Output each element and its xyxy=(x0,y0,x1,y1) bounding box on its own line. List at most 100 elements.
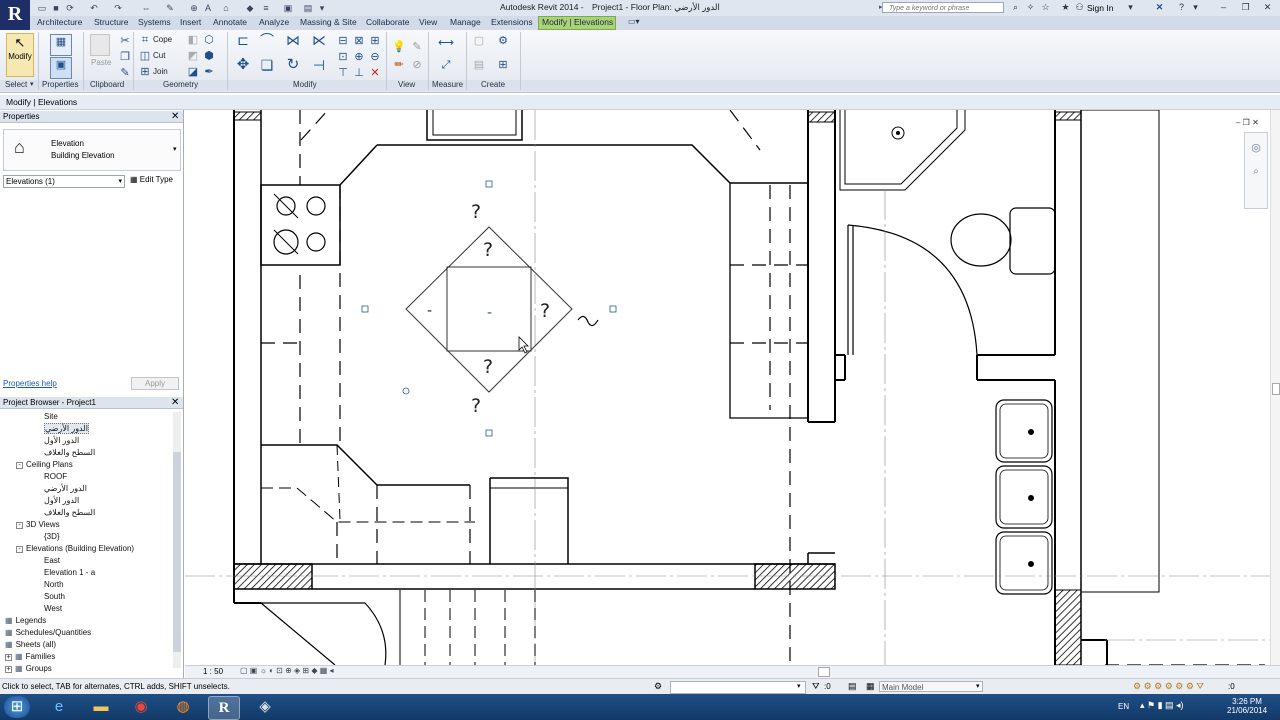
3d-view-icon[interactable]: ⌂ xyxy=(220,2,232,14)
floor-plan-drawing[interactable]: ? ? ? ? ? - - xyxy=(185,110,1270,665)
tree-item[interactable]: ▦ Sheets (all) xyxy=(5,640,56,649)
tab-systems[interactable]: Systems xyxy=(138,17,171,27)
revit-app-button[interactable]: R xyxy=(0,0,30,30)
tab-massing-site[interactable]: Massing & Site xyxy=(300,17,357,27)
tab-annotate[interactable]: Annotate xyxy=(213,17,247,27)
tree-item[interactable]: الدور الأرضي xyxy=(44,423,89,434)
wall-hatch[interactable] xyxy=(1054,111,1082,121)
delete-icon[interactable]: ✕ xyxy=(368,66,382,80)
tree-item[interactable]: Site xyxy=(44,412,58,421)
create-group-icon[interactable]: ▢ xyxy=(472,34,486,48)
tab-manage[interactable]: Manage xyxy=(450,17,481,27)
create-parts-icon[interactable]: ▤ xyxy=(472,58,486,72)
tree-item[interactable]: - Ceiling Plans xyxy=(16,460,73,469)
search-input[interactable]: Type a keyword or phrase xyxy=(882,2,1004,13)
wall-hatch[interactable] xyxy=(807,111,836,123)
tab-structure[interactable]: Structure xyxy=(94,17,129,27)
view-control-icons[interactable]: ▢ ▣ ☼ ◐ ⊡ ⊕ ◈ ⊞ ◆ ▦ ◂ xyxy=(240,666,334,675)
rotate-grip-icon[interactable] xyxy=(402,387,410,395)
tree-item[interactable]: السطح والغلاف xyxy=(44,448,95,457)
tree-item[interactable]: {3D} xyxy=(44,532,60,541)
switch-windows-icon[interactable]: ▤ xyxy=(302,2,314,14)
type-selector[interactable]: ⌂ Elevation Building Elevation ▾ xyxy=(3,129,181,171)
tree-expand-icon[interactable]: + xyxy=(5,654,12,661)
wall-hatch[interactable] xyxy=(233,111,262,121)
sink[interactable] xyxy=(995,531,1053,595)
sign-in-dropdown-icon[interactable]: ▾ xyxy=(1125,2,1136,13)
revit-taskbar-icon[interactable]: R xyxy=(208,696,240,720)
tree-collapse-icon[interactable]: - xyxy=(16,522,23,529)
shower-outline[interactable] xyxy=(844,110,958,185)
user-icon[interactable]: ⚇ xyxy=(1074,2,1085,13)
redo-icon[interactable]: ↷ xyxy=(112,2,124,14)
design-options-icon[interactable]: ▤ xyxy=(848,681,857,692)
dimension-icon[interactable]: ✎ xyxy=(164,2,176,14)
instance-selector[interactable]: Elevations (1) ▾ xyxy=(3,175,125,188)
tree-item[interactable]: ▦ Schedules/Quantities xyxy=(5,628,91,637)
subscription-icon[interactable]: ✧ xyxy=(1025,2,1036,13)
tab-extensions[interactable]: Extensions xyxy=(491,17,533,27)
tree-item[interactable]: + ▦ Groups xyxy=(5,664,52,673)
close-views-icon[interactable]: ▣ xyxy=(282,2,294,14)
save-icon[interactable]: ■ xyxy=(50,2,62,14)
counter-outline[interactable] xyxy=(261,444,470,486)
exchange-apps-icon[interactable]: ✕ xyxy=(1154,2,1165,13)
split-element-icon[interactable]: ✒ xyxy=(202,65,216,79)
paste-icon[interactable] xyxy=(90,34,110,56)
shower-outline[interactable] xyxy=(839,110,966,191)
rotate-icon[interactable]: ↻ xyxy=(284,57,302,76)
undo-icon[interactable]: ↶ xyxy=(88,2,100,14)
sync-icon[interactable]: ⟳ xyxy=(64,2,76,14)
elevation-checkbox-grip[interactable] xyxy=(361,305,369,313)
door-leaf[interactable] xyxy=(260,602,336,665)
unpin-icon[interactable]: ⊖ xyxy=(368,50,382,64)
stove-burner[interactable] xyxy=(306,232,326,252)
select-dropdown-icon[interactable]: ▾ xyxy=(30,80,34,88)
elevation-grip[interactable] xyxy=(485,429,493,437)
appliance-outline[interactable] xyxy=(490,477,569,564)
tree-item[interactable]: East xyxy=(44,556,60,565)
tab-analyze[interactable]: Analyze xyxy=(259,17,289,27)
split-face-icon[interactable]: ⬡ xyxy=(202,33,216,47)
tray-icons[interactable]: ▴ ⚑ ▮ ▤ ◂) xyxy=(1140,700,1184,711)
trim-multiple-icon[interactable]: ⊥ xyxy=(352,66,366,80)
section-icon[interactable]: ◆ xyxy=(244,2,256,14)
create-similar-icon[interactable]: ⚙ xyxy=(496,34,510,48)
tree-item[interactable]: السطح والغلاف xyxy=(44,508,95,517)
offset-icon[interactable]: ⌒ xyxy=(258,33,276,51)
sink[interactable] xyxy=(995,465,1053,529)
cope-label[interactable]: Cope xyxy=(153,35,172,44)
steering-wheel-icon[interactable]: ◎ xyxy=(1245,141,1267,154)
counter-outline[interactable] xyxy=(377,144,808,184)
minimize-icon[interactable]: – xyxy=(1218,2,1229,13)
faucet[interactable] xyxy=(1028,561,1034,567)
modify-button[interactable]: ↖ Modify xyxy=(6,33,34,77)
move-icon[interactable]: ✥ xyxy=(234,57,252,76)
counter-outline[interactable] xyxy=(339,144,378,186)
tree-item[interactable]: South xyxy=(44,592,65,601)
project-browser-scrollbar[interactable] xyxy=(173,412,181,668)
demolish-icon[interactable]: ◩ xyxy=(186,49,200,63)
qat-dropdown-icon[interactable]: ▾ xyxy=(316,2,328,14)
tab-modify-elevations[interactable]: Modify | Elevations xyxy=(542,17,613,27)
room-outline[interactable] xyxy=(1080,110,1160,593)
toilet-tank[interactable] xyxy=(1009,207,1056,275)
copy-clipboard-icon[interactable]: ❐ xyxy=(118,50,132,64)
aligned-dimension-icon[interactable]: ⟷ xyxy=(434,36,458,50)
tree-item[interactable]: North xyxy=(44,580,64,589)
sink-basin[interactable] xyxy=(999,403,1049,459)
ribbon-minimize-icon[interactable]: ▭▾ xyxy=(628,17,640,26)
tree-item[interactable]: ▦ Legends xyxy=(5,616,46,625)
filter-icon[interactable]: ⛛ xyxy=(812,681,820,692)
tree-item[interactable]: ROOF xyxy=(44,472,67,481)
sink-basin[interactable] xyxy=(999,535,1049,591)
array-icon[interactable]: ⊞ xyxy=(368,34,382,48)
mirror-axis-icon[interactable]: ⋈ xyxy=(284,33,302,51)
tree-item[interactable]: - Elevations (Building Elevation) xyxy=(16,544,134,553)
app-taskbar-icon[interactable]: ◈ xyxy=(250,696,280,718)
tree-collapse-icon[interactable]: - xyxy=(16,546,23,553)
edit-type-button[interactable]: ▦ Edit Type xyxy=(130,175,173,184)
elevation-grip[interactable] xyxy=(609,305,617,313)
panel-label-select[interactable]: Select xyxy=(5,80,27,89)
pin-icon[interactable]: ⊕ xyxy=(352,50,366,64)
